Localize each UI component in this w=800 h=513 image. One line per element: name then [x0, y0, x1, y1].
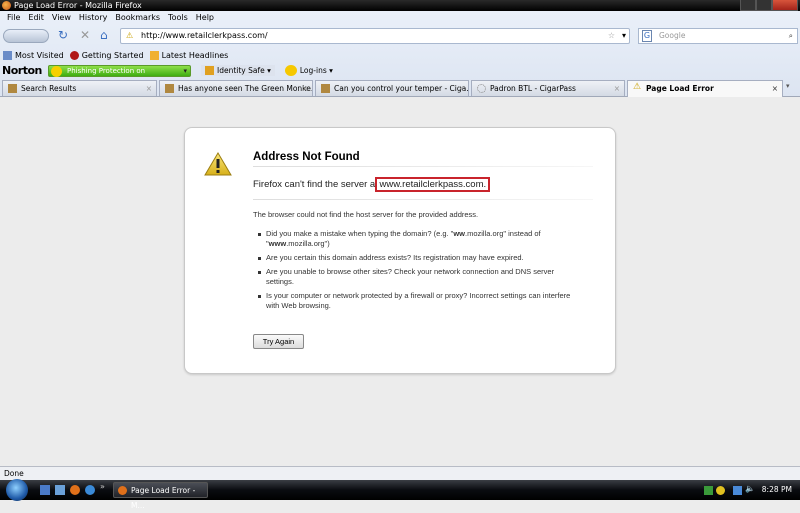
status-text: Done [4, 469, 24, 478]
stop-icon[interactable]: ✕ [80, 28, 90, 42]
url-text: http://www.retailclerkpass.com/ [141, 31, 268, 40]
cigar-icon [8, 84, 17, 93]
bookmark-star-icon[interactable]: ☆ [608, 29, 615, 43]
menu-bar: File Edit View History Bookmarks Tools H… [0, 11, 218, 25]
reload-icon[interactable]: ↻ [58, 28, 68, 42]
logins-icon [284, 65, 297, 76]
close-tab-icon[interactable]: × [146, 81, 152, 96]
menu-bookmarks[interactable]: Bookmarks [111, 11, 164, 25]
firefox-icon [2, 1, 11, 10]
window-title: Page Load Error - Mozilla Firefox [14, 1, 142, 10]
search-icon[interactable]: ⌕ [789, 29, 793, 43]
suggestions-list: Did you make a mistake when typing the d… [258, 229, 578, 315]
tab-search-results[interactable]: Search Results × [2, 80, 157, 96]
check-icon [51, 65, 62, 77]
tray-icon[interactable] [704, 486, 713, 495]
list-item: Is your computer or network protected by… [258, 291, 578, 311]
home-icon[interactable]: ⌂ [100, 28, 108, 42]
list-item: Are you unable to browse other sites? Ch… [258, 267, 578, 287]
error-description: The browser could not find the host serv… [253, 210, 479, 219]
firefox-icon [118, 486, 127, 495]
close-tab-icon[interactable]: × [772, 81, 778, 96]
menu-tools[interactable]: Tools [164, 11, 192, 25]
maximize-button[interactable] [756, 0, 772, 11]
volume-icon[interactable]: 🔈 [745, 484, 755, 493]
tab-green-monkey[interactable]: Has anyone seen The Green Monke... × [159, 80, 313, 96]
network-icon[interactable] [733, 486, 742, 495]
url-dropdown-icon[interactable]: ▾ [622, 29, 626, 43]
warning-icon [204, 152, 232, 176]
tab-page-load-error[interactable]: ⚠ Page Load Error × [627, 80, 783, 97]
menu-file[interactable]: File [3, 11, 24, 25]
menu-view[interactable]: View [48, 11, 75, 25]
norton-logo: Norton [2, 64, 42, 77]
close-tab-icon[interactable]: × [302, 81, 308, 96]
bookmark-latest-headlines[interactable]: Latest Headlines [149, 50, 228, 60]
loading-icon [477, 84, 486, 93]
start-button[interactable] [6, 479, 28, 501]
cigar-icon [321, 84, 330, 93]
warning-icon: ⚠ [126, 31, 134, 40]
warning-icon: ⚠ [633, 82, 642, 92]
menu-history[interactable]: History [75, 11, 111, 25]
taskbar-firefox-button[interactable]: Page Load Error - M... [113, 482, 208, 510]
getting-started-icon [69, 50, 79, 60]
firefox-quicklaunch-icon[interactable] [70, 485, 80, 495]
divider [253, 199, 593, 200]
search-engine-icon[interactable]: G [642, 30, 652, 42]
server-address-highlight: www.retailclerkpass.com. [375, 177, 491, 192]
logins-button[interactable]: Log-ins ▾ [284, 65, 333, 76]
tab-control-temper[interactable]: Can you control your temper - Ciga... × [315, 80, 469, 96]
menu-help[interactable]: Help [192, 11, 218, 25]
tab-list-icon[interactable]: ▾ [786, 82, 790, 90]
search-placeholder: Google [659, 31, 686, 40]
list-item: Are you certain this domain address exis… [258, 253, 578, 263]
more-icon[interactable]: » [100, 482, 105, 491]
clock[interactable]: 8:28 PM [762, 480, 792, 500]
switch-windows-icon[interactable] [55, 485, 65, 495]
tab-bar: Search Results × Has anyone seen The Gree… [0, 79, 800, 97]
error-message: Firefox can't find the server at www.ret… [253, 177, 491, 192]
bookmarks-toolbar: Most Visited Getting Started Latest Head… [0, 48, 234, 62]
menu-edit[interactable]: Edit [24, 11, 48, 25]
list-item: Did you make a mistake when typing the d… [258, 229, 578, 249]
rss-icon [149, 50, 159, 60]
close-tab-icon[interactable]: × [614, 81, 620, 96]
identity-safe-button[interactable]: Identity Safe ▾ [201, 65, 275, 76]
bookmark-most-visited[interactable]: Most Visited [3, 50, 64, 60]
norton-toolbar: Norton Phishing Protection on ▾ Identity… [0, 63, 800, 78]
cigar-icon [165, 84, 174, 93]
norton-tray-icon[interactable] [716, 486, 725, 495]
folder-icon [3, 50, 12, 60]
back-forward-buttons[interactable] [3, 29, 49, 43]
try-again-button[interactable]: Try Again [253, 334, 304, 349]
minimize-button[interactable] [740, 0, 756, 11]
status-bar: Done [0, 466, 800, 480]
close-tab-icon[interactable]: × [458, 81, 464, 96]
error-title: Address Not Found [253, 151, 360, 163]
divider [253, 166, 593, 167]
close-window-button[interactable] [772, 0, 798, 11]
tab-padron-btl[interactable]: Padron BTL - CigarPass × [471, 80, 625, 96]
identity-safe-icon [205, 66, 214, 75]
dropdown-icon[interactable]: ▾ [183, 66, 187, 77]
title-bar: Page Load Error - Mozilla Firefox [0, 0, 800, 11]
url-bar[interactable]: ⚠ http://www.retailclerkpass.com/ ☆ ▾ [120, 28, 630, 44]
bookmark-getting-started[interactable]: Getting Started [69, 50, 144, 60]
search-bar[interactable]: G Google ⌕ [638, 28, 798, 44]
show-desktop-icon[interactable] [40, 485, 50, 495]
phishing-protection-button[interactable]: Phishing Protection on ▾ [48, 64, 191, 77]
ie-quicklaunch-icon[interactable] [85, 485, 95, 495]
